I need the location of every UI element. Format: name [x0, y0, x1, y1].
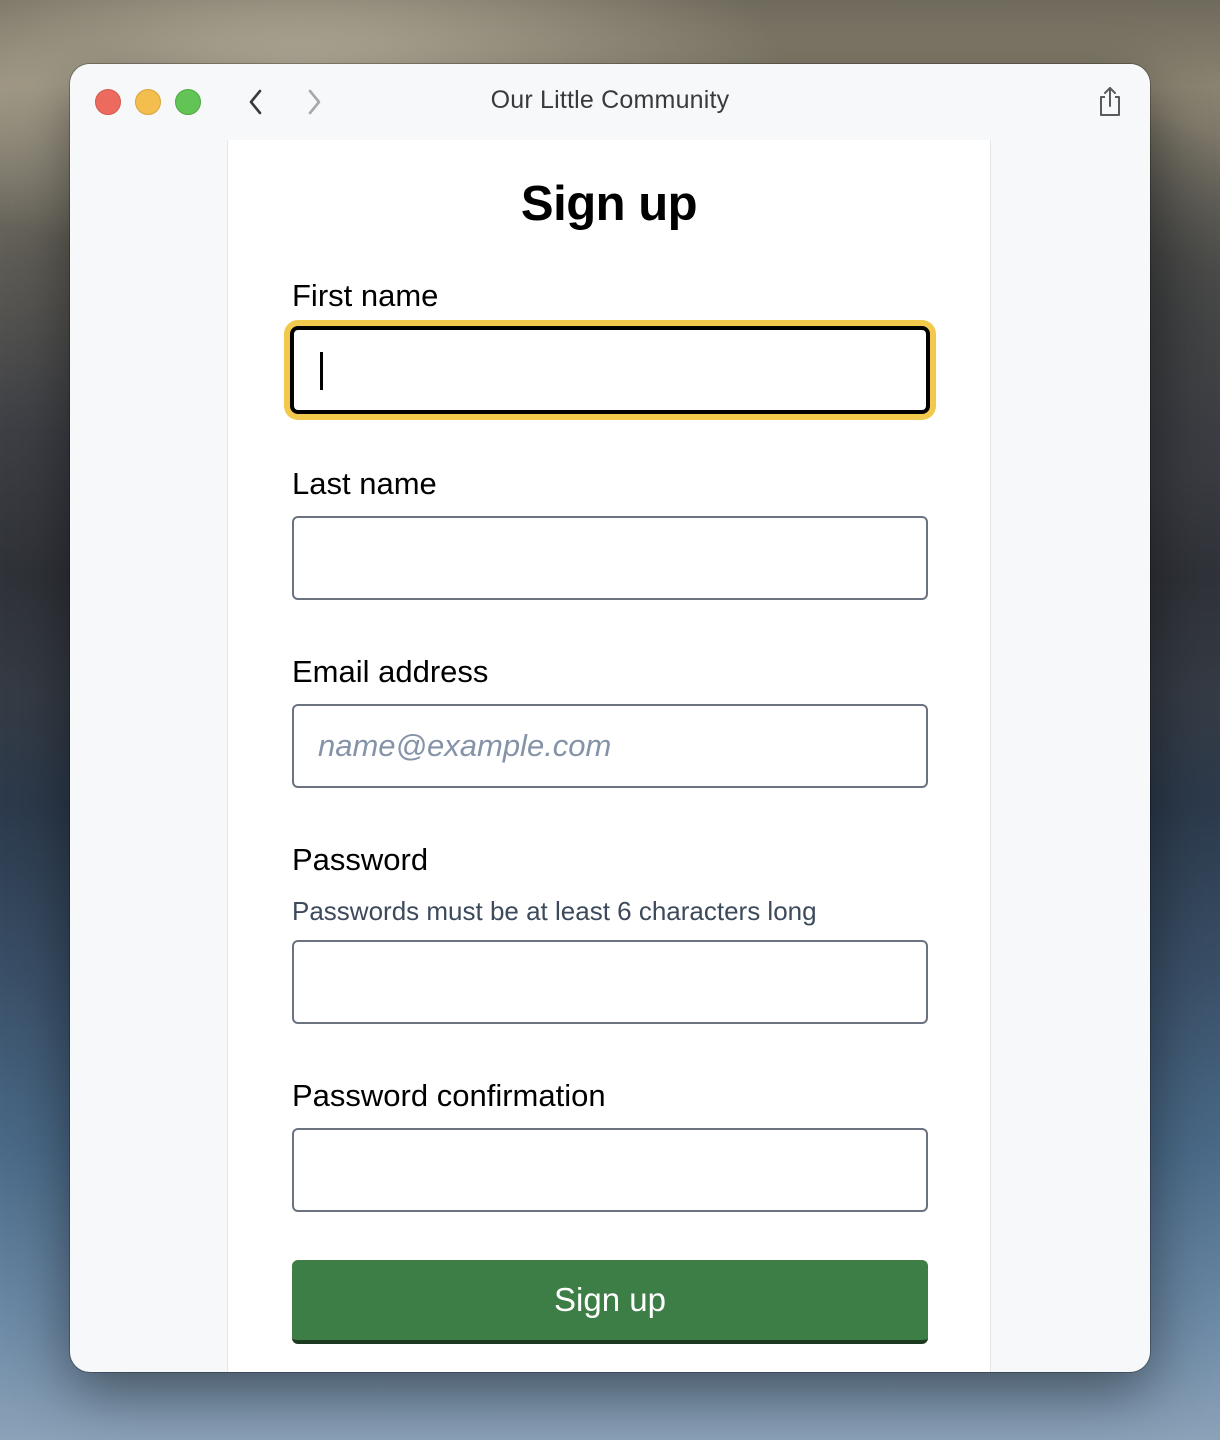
last-name-input[interactable]: [292, 516, 928, 600]
share-icon: [1100, 87, 1120, 116]
password-confirmation-label: Password confirmation: [292, 1078, 606, 1113]
window-title: Our Little Community: [490, 86, 730, 114]
page-title: Sign up: [520, 177, 698, 231]
text-caret: [320, 352, 323, 390]
share-button[interactable]: [1094, 84, 1126, 120]
last-name-label: Last name: [292, 466, 437, 501]
sign-up-button[interactable]: Sign up: [292, 1260, 928, 1344]
browser-window: Our Little Community Sign up First name …: [70, 64, 1150, 1372]
title-bar: Our Little Community: [70, 64, 1150, 140]
password-hint: Passwords must be at least 6 characters …: [292, 896, 817, 926]
first-name-label: First name: [292, 278, 439, 313]
password-confirmation-input[interactable]: [292, 1128, 928, 1212]
email-label: Email address: [292, 654, 489, 689]
email-input[interactable]: [292, 704, 928, 788]
first-name-input[interactable]: [290, 326, 930, 414]
password-label: Password: [292, 842, 429, 877]
signup-page: Sign up First name Last name Email addre…: [227, 140, 991, 1372]
desktop-background: Our Little Community Sign up First name …: [0, 0, 1220, 1440]
password-input[interactable]: [292, 940, 928, 1024]
